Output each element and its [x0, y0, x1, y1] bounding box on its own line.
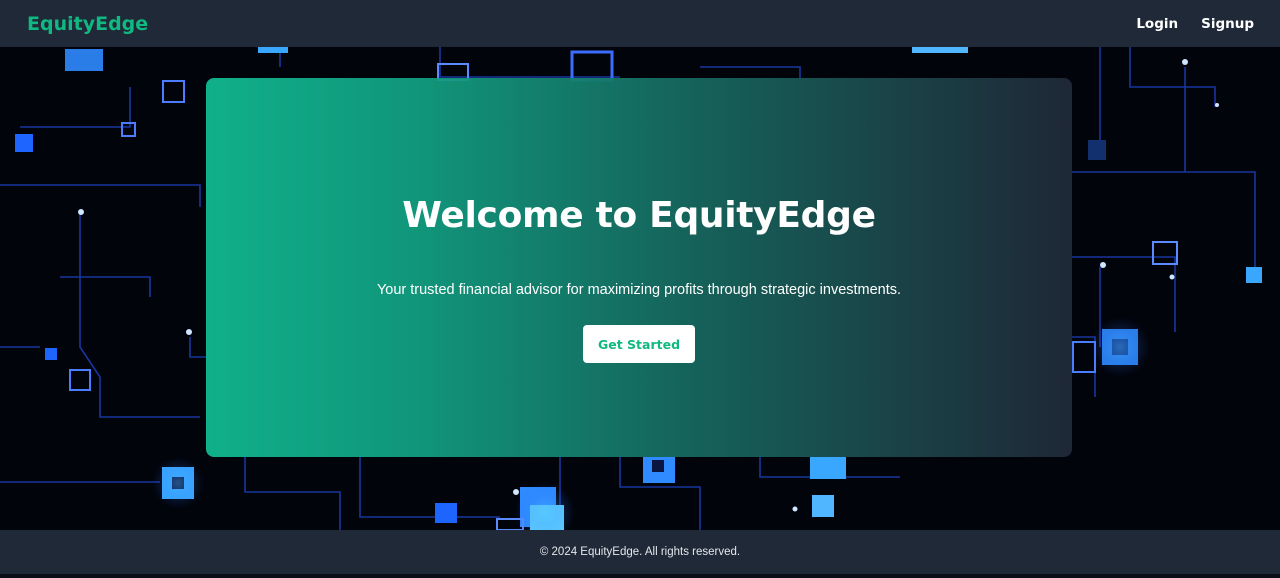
copyright-text: © 2024 EquityEdge. All rights reserved. [539, 546, 741, 558]
signup-link[interactable]: Signup [1201, 16, 1254, 32]
hero-subtitle: Your trusted financial advisor for maxim… [376, 282, 902, 298]
hero-section: Welcome to EquityEdge Your trusted finan… [0, 47, 1280, 530]
hero-card: Welcome to EquityEdge Your trusted finan… [206, 78, 1072, 457]
get-started-button[interactable]: Get Started [583, 325, 695, 363]
hero-title: Welcome to EquityEdge [402, 195, 876, 236]
footer: © 2024 EquityEdge. All rights reserved. [0, 530, 1280, 574]
navbar: EquityEdge Login Signup [0, 0, 1280, 47]
login-link[interactable]: Login [1136, 16, 1178, 32]
brand-logo[interactable]: EquityEdge [27, 13, 148, 35]
nav-links: Login Signup [1136, 16, 1254, 32]
bottom-divider [0, 574, 1280, 578]
